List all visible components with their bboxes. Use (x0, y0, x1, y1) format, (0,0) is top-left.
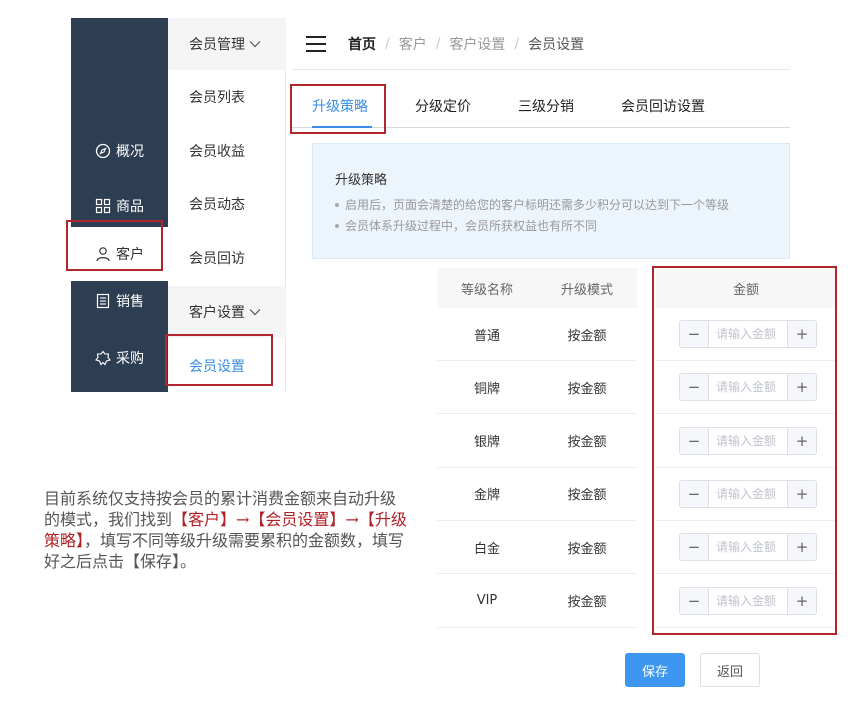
sidebar-item-customer[interactable]: 客户 (71, 227, 168, 281)
amount-input[interactable] (709, 321, 787, 347)
menu-item-member-settings[interactable]: 会员设置 (168, 346, 286, 386)
upgrade-mode-cell: 按金额 (537, 308, 637, 361)
decrement-button[interactable]: − (680, 534, 709, 561)
increment-button[interactable]: + (787, 374, 816, 401)
document-icon (95, 293, 111, 309)
level-name-cell: 银牌 (437, 415, 537, 468)
save-button[interactable]: 保存 (625, 653, 685, 687)
chevron-down-icon (249, 38, 261, 51)
sidebar-item-label: 客户 (116, 247, 144, 263)
increment-button[interactable]: + (787, 587, 816, 614)
increment-button[interactable]: + (787, 321, 816, 347)
amount-input[interactable] (709, 587, 787, 614)
sidebar-item-label: 概况 (116, 144, 144, 160)
compass-icon (95, 143, 111, 159)
menu-toggle-icon[interactable] (306, 35, 326, 52)
level-name-cell: 白金 (437, 521, 537, 575)
sidebar-item-label: 销售 (116, 294, 144, 310)
breadcrumb-customer-settings[interactable]: 客户设置 (449, 34, 505, 54)
amount-stepper: −+ (679, 533, 817, 562)
breadcrumb-separator: / (435, 35, 441, 52)
top-header: 首页 / 客户 / 客户设置 / 会员设置 (292, 18, 790, 70)
user-icon (95, 246, 111, 262)
info-line: 会员体系升级过程中，会员所获权益也有所不同 (335, 217, 597, 234)
increment-button[interactable]: + (787, 534, 816, 561)
decrement-button[interactable]: − (680, 321, 709, 347)
amount-input[interactable] (709, 374, 787, 401)
breadcrumb-member-settings: 会员设置 (528, 36, 585, 53)
sidebar-item-goods[interactable]: 商品 (71, 188, 168, 224)
increment-button[interactable]: + (787, 480, 816, 507)
info-panel: 升级策略 启用后，页面会清楚的给您的客户标明还需多少积分可以达到下一个等级 会员… (312, 143, 790, 259)
bullet-icon (335, 223, 339, 228)
back-button[interactable]: 返回 (700, 653, 760, 687)
column-header-upgrade-mode: 升级模式 (537, 268, 637, 308)
decrement-button[interactable]: − (680, 374, 709, 401)
menu-item-member-revisit[interactable]: 会员回访 (168, 238, 286, 278)
breadcrumb-home[interactable]: 首页 (348, 34, 376, 54)
menu-group-member-management[interactable]: 会员管理 (168, 18, 286, 70)
menu-item-member-activity[interactable]: 会员动态 (168, 184, 286, 224)
secondary-menu: 会员管理 会员列表 会员收益 会员动态 会员回访 客户设置 会员设置 (168, 18, 286, 392)
breadcrumb-separator: / (514, 35, 520, 52)
decrement-button[interactable]: − (680, 427, 709, 454)
amount-stepper: −+ (679, 373, 817, 402)
active-tab-indicator (312, 126, 372, 128)
bullet-icon (335, 202, 339, 207)
amount-input[interactable] (709, 534, 787, 561)
column-header-level-name: 等级名称 (437, 268, 537, 308)
level-name-cell: 金牌 (437, 468, 537, 521)
breadcrumb-customer[interactable]: 客户 (399, 34, 427, 54)
info-line-text: 启用后，页面会清楚的给您的客户标明还需多少积分可以达到下一个等级 (345, 198, 730, 212)
menu-group-customer-settings[interactable]: 客户设置 (168, 286, 286, 338)
amount-input[interactable] (709, 427, 787, 454)
column-header-amount: 金额 (656, 268, 836, 308)
amount-stepper: −+ (679, 479, 817, 508)
chevron-down-icon (249, 306, 261, 319)
info-line: 启用后，页面会清楚的给您的客户标明还需多少积分可以达到下一个等级 (335, 196, 729, 213)
upgrade-mode-cell: 按金额 (537, 575, 637, 628)
tab-tiered-pricing[interactable]: 分级定价 (415, 84, 471, 128)
breadcrumb-separator: / (385, 35, 390, 52)
upgrade-mode-cell: 按金额 (537, 468, 637, 521)
menu-item-member-earnings[interactable]: 会员收益 (168, 131, 286, 171)
sidebar-item-label: 采购 (116, 351, 144, 367)
level-name-cell: 普通 (437, 308, 537, 361)
decrement-button[interactable]: − (680, 480, 709, 507)
info-title: 升级策略 (335, 173, 388, 188)
note-text: ，填写不同等级升级需要累积的金额数，填写好之后点击【保存】。 (44, 531, 405, 571)
decrement-button[interactable]: − (680, 587, 709, 614)
upgrade-mode-cell: 按金额 (537, 521, 637, 575)
main-sidebar: 概况 商品 客户 销售 采购 (71, 18, 168, 392)
amount-stepper: −+ (679, 320, 817, 348)
sidebar-item-label: 商品 (116, 199, 144, 215)
amount-stepper: −+ (679, 586, 817, 615)
amount-stepper: −+ (679, 426, 817, 455)
tab-three-level-distribution[interactable]: 三级分销 (518, 84, 574, 128)
menu-group-label: 会员管理 (189, 37, 245, 53)
settings-tabs: 升级策略 分级定价 三级分销 会员回访设置 (292, 84, 790, 128)
menu-group-label: 客户设置 (189, 305, 245, 321)
upgrade-mode-cell: 按金额 (537, 415, 637, 468)
tab-upgrade-strategy[interactable]: 升级策略 (312, 84, 368, 128)
grid-icon (95, 198, 111, 214)
level-name-cell: 铜牌 (437, 361, 537, 415)
sidebar-item-overview[interactable]: 概况 (71, 133, 168, 169)
upgrade-mode-cell: 按金额 (537, 361, 637, 415)
sidebar-item-sales[interactable]: 销售 (71, 283, 168, 319)
instruction-note: 目前系统仅支持按会员的累计消费金额来自动升级的模式，我们找到【客户】→【会员设置… (44, 488, 410, 572)
level-name-cell: VIP (437, 575, 537, 628)
tab-member-revisit-settings[interactable]: 会员回访设置 (621, 84, 705, 128)
info-line-text: 会员体系升级过程中，会员所获权益也有所不同 (345, 219, 598, 233)
badge-icon (95, 350, 111, 366)
amount-input[interactable] (709, 480, 787, 507)
menu-item-member-list[interactable]: 会员列表 (168, 77, 286, 117)
sidebar-item-purchase[interactable]: 采购 (71, 340, 168, 376)
increment-button[interactable]: + (787, 427, 816, 454)
